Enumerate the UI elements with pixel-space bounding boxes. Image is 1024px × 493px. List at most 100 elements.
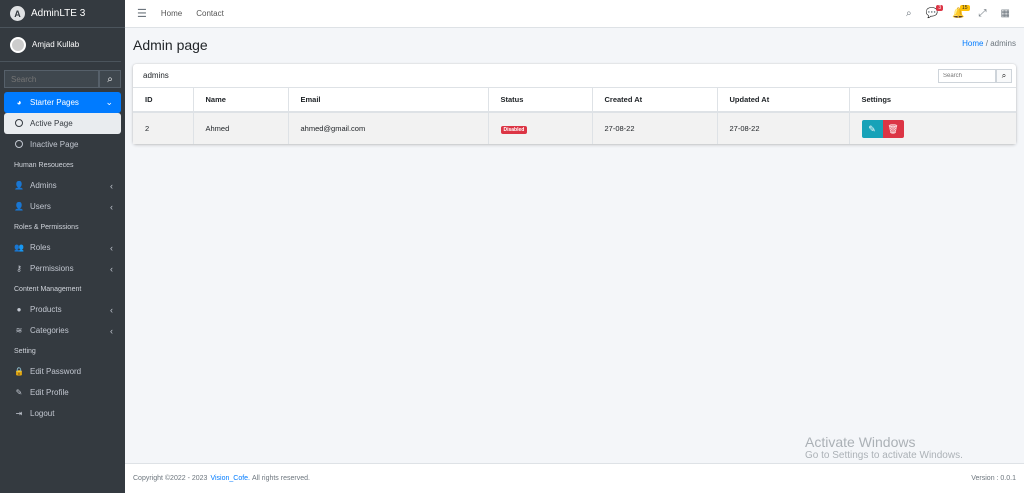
sidebar-nav: ◕ Starter Pages ⌄ Active Page Inactive Pag…: [0, 92, 125, 424]
admins-card: admins ⌕ ID Name Email Status Created At…: [133, 64, 1016, 144]
table-search-button[interactable]: ⌕: [996, 68, 1012, 83]
user-name[interactable]: Amjad Kullab: [32, 40, 79, 49]
chevron-left-icon: ‹: [110, 304, 113, 315]
table-row: 2 Ahmed ahmed@gmail.com Disabled 27-08-2…: [133, 112, 1016, 144]
footer: Copyright ©2022 - 2023 Vision_Cofe. All r…: [125, 463, 1024, 493]
breadcrumb: Home / admins: [962, 39, 1016, 48]
sidebar-item-admins[interactable]: 👤 Admins ‹: [4, 175, 121, 196]
sidebar-item-label: Users: [30, 202, 51, 211]
cell-name: Ahmed: [193, 112, 289, 144]
edit-icon: ✎: [15, 388, 23, 397]
sidebar-item-active-page[interactable]: Active Page: [4, 113, 121, 134]
sidebar: A AdminLTE 3 Amjad Kullab ⌕ ◕ Starter Page…: [0, 0, 125, 493]
chevron-left-icon: ‹: [110, 242, 113, 253]
sidebar-item-label: Roles: [30, 243, 51, 252]
sidebar-header-setting: Setting: [14, 347, 36, 355]
sidebar-item-label: Logout: [30, 409, 55, 418]
sidebar-item-logout[interactable]: ⇥ Logout: [4, 403, 121, 424]
chevron-left-icon: ‹: [110, 201, 113, 212]
page-title: Admin page: [133, 37, 208, 53]
sidebar-item-label: Products: [30, 305, 62, 314]
company-link[interactable]: Vision_Cofe.: [210, 475, 250, 482]
windows-activation-watermark: Activate Windows Go to Settings to activa…: [805, 434, 963, 461]
layers-icon: ≋: [15, 326, 23, 335]
adminlte-logo-icon: A: [10, 6, 25, 21]
cell-updated: 27-08-22: [717, 112, 850, 144]
user-panel[interactable]: Amjad Kullab: [0, 28, 121, 62]
breadcrumb-home[interactable]: Home: [962, 39, 983, 48]
user-icon: 👤: [14, 181, 24, 190]
sidebar-item-products[interactable]: ● Products ‹: [4, 299, 121, 320]
sidebar-item-edit-profile[interactable]: ✎ Edit Profile: [4, 382, 121, 403]
watermark-subtitle: Go to Settings to activate Windows.: [805, 450, 963, 461]
col-created: Created At: [592, 88, 718, 113]
col-updated: Updated At: [717, 88, 850, 113]
col-status: Status: [488, 88, 593, 113]
sidebar-item-inactive-page[interactable]: Inactive Page: [4, 134, 121, 155]
admins-table: ID Name Email Status Created At Updated …: [133, 88, 1016, 144]
cell-status: Disabled: [488, 112, 593, 144]
user-cog-icon: 👥: [14, 243, 24, 252]
sidebar-item-edit-password[interactable]: 🔒 Edit Password: [4, 361, 121, 382]
status-badge: Disabled: [500, 126, 528, 134]
col-settings: Settings: [849, 88, 1016, 113]
sidebar-item-label: Categories: [30, 326, 69, 335]
sign-out-icon: ⇥: [15, 409, 23, 418]
lock-icon: 🔒: [14, 367, 24, 376]
nav-link-home[interactable]: Home: [161, 9, 182, 18]
user-icon: 👤: [14, 202, 24, 211]
sidebar-search-button[interactable]: ⌕: [99, 70, 121, 88]
sidebar-item-label: Starter Pages: [30, 98, 79, 107]
sidebar-item-label: Edit Password: [30, 367, 82, 376]
chevron-left-icon: ‹: [110, 325, 113, 336]
circle-icon: [14, 118, 24, 129]
watermark-title: Activate Windows: [805, 434, 916, 450]
sidebar-search: ⌕: [4, 70, 121, 88]
hamburger-menu-icon[interactable]: ☰: [137, 7, 147, 20]
version-text: Version : 0.0.1: [971, 475, 1016, 482]
edit-button[interactable]: ✎: [861, 119, 883, 138]
chevron-left-icon: ‹: [110, 180, 113, 191]
avatar: [10, 36, 26, 53]
search-icon[interactable]: ⌕: [906, 8, 912, 19]
table-search-input[interactable]: [938, 68, 996, 83]
trash-icon: 🗑: [887, 123, 899, 134]
sidebar-item-users[interactable]: 👤 Users ‹: [4, 196, 121, 217]
sidebar-header-content: Content Management: [14, 285, 82, 293]
brand-name: AdminLTE 3: [31, 8, 86, 19]
nav-link-contact[interactable]: Contact: [196, 9, 224, 18]
sidebar-item-starter-pages[interactable]: ◕ Starter Pages ⌄: [4, 92, 121, 113]
copyright-text: Copyright ©2022 - 2023: [133, 475, 208, 482]
sidebar-header-hr: Human Resoueces: [14, 161, 74, 169]
chevron-down-icon: ⌄: [105, 97, 113, 107]
search-icon: ⌕: [1001, 70, 1007, 80]
sidebar-item-permissions[interactable]: ⚷ Permissions ‹: [4, 258, 121, 279]
apple-icon: ●: [16, 305, 22, 314]
grid-icon[interactable]: ▦: [1001, 8, 1010, 19]
bell-icon[interactable]: 🔔 15: [952, 5, 970, 19]
delete-button[interactable]: 🗑: [882, 119, 904, 138]
col-email: Email: [288, 88, 489, 113]
sidebar-item-roles[interactable]: 👥 Roles ‹: [4, 237, 121, 258]
breadcrumb-current: admins: [990, 39, 1016, 48]
fullscreen-icon[interactable]: ⤢: [979, 8, 987, 19]
edit-icon: ✎: [868, 123, 876, 134]
brand-link[interactable]: A AdminLTE 3: [0, 0, 125, 28]
sidebar-item-label: Inactive Page: [30, 140, 79, 149]
rights-text: All rights reserved.: [251, 475, 310, 482]
col-id: ID: [133, 88, 194, 113]
messages-badge: 3: [936, 5, 944, 11]
search-icon: ⌕: [107, 73, 113, 85]
sidebar-item-label: Active Page: [30, 119, 73, 128]
content: Admin page Home / admins admins ⌕ ID Nam…: [125, 28, 1024, 463]
dashboard-icon: ◕: [16, 98, 22, 107]
sidebar-item-label: Admins: [30, 181, 57, 190]
sidebar-item-categories[interactable]: ≋ Categories ‹: [4, 320, 121, 341]
key-icon: ⚷: [16, 264, 22, 273]
notifications-badge: 15: [959, 5, 970, 11]
messages-icon[interactable]: 💬 3: [926, 5, 944, 19]
sidebar-item-label: Edit Profile: [30, 388, 69, 397]
top-navbar: ☰ Home Contact ⌕ 💬 3 🔔 15 ⤢ ▦: [125, 0, 1024, 28]
cell-created: 27-08-22: [592, 112, 718, 144]
sidebar-search-input[interactable]: [4, 70, 99, 88]
